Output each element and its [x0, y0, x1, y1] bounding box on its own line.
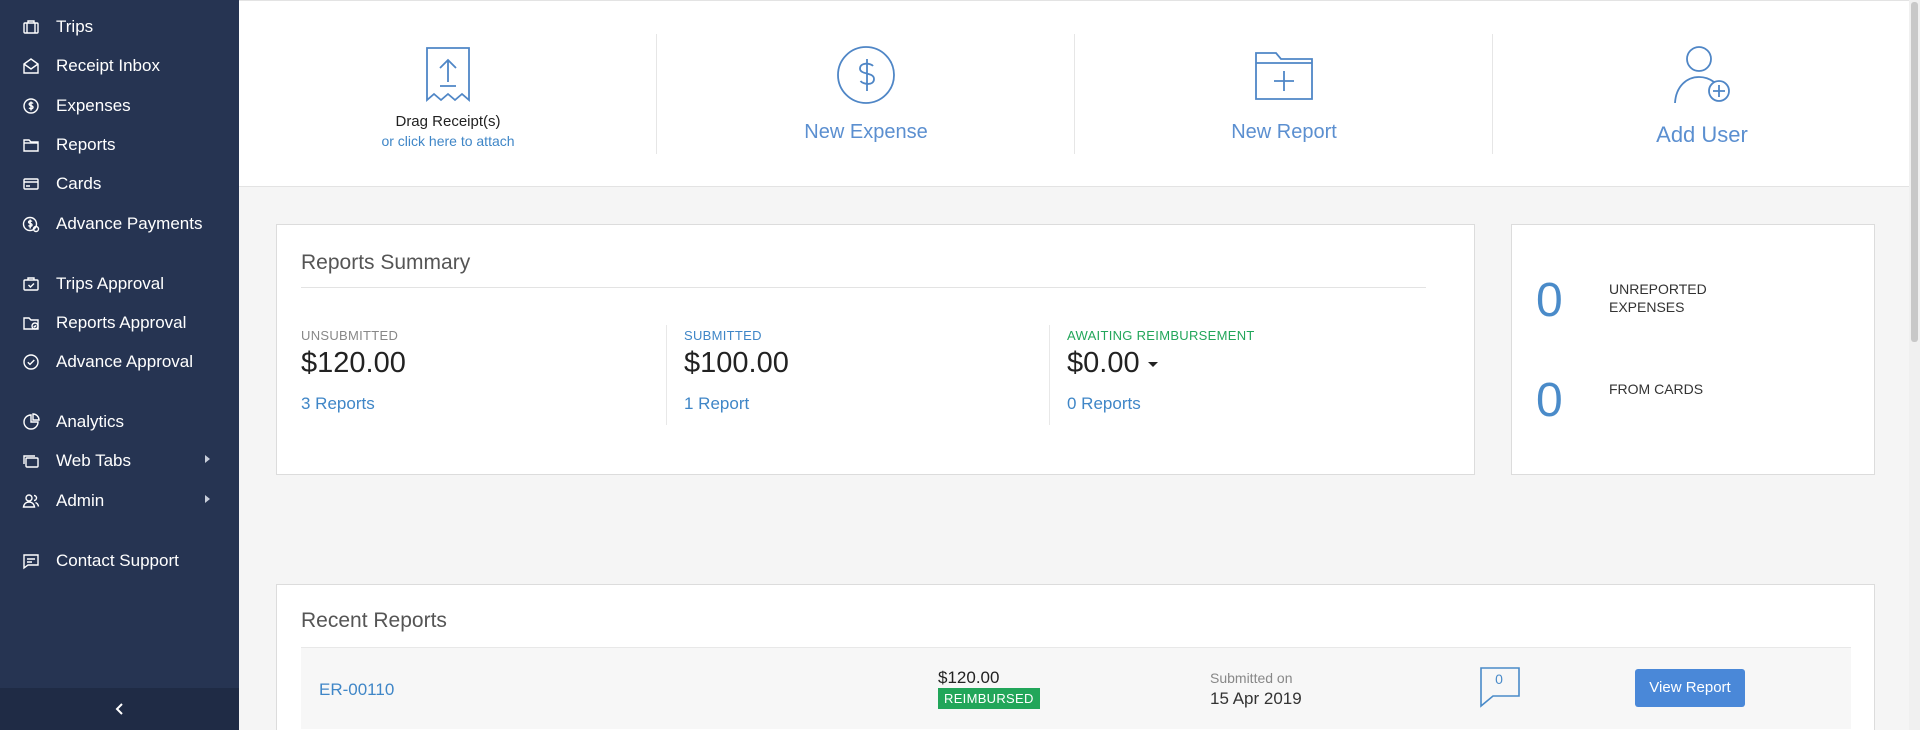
unreported-card: 0 UNREPORTED EXPENSES 0 FROM CARDS — [1511, 224, 1875, 475]
sidebar-item-reports[interactable]: Reports — [20, 131, 220, 159]
click-to-attach-link[interactable]: or click here to attach — [239, 133, 657, 149]
chevron-left-icon — [115, 703, 123, 715]
drag-receipt-dropzone[interactable]: Drag Receipt(s) or click here to attach — [239, 1, 657, 188]
sidebar-item-reports-approval[interactable]: Reports Approval — [20, 309, 220, 337]
unsubmitted-amount: $120.00 — [301, 347, 406, 379]
comment-count: 0 — [1495, 671, 1503, 687]
add-user-icon — [1674, 46, 1730, 104]
briefcase-icon — [20, 16, 42, 38]
sidebar-item-label: Admin — [56, 491, 105, 510]
sidebar-item-label: Reports — [56, 135, 116, 154]
divider — [301, 287, 1426, 288]
submitted-stat: SUBMITTED $100.00 1 Report — [666, 325, 1054, 430]
sidebar-item-advance-approval[interactable]: Advance Approval — [20, 348, 220, 376]
awaiting-stat: AWAITING REIMBURSEMENT $0.00 0 Reports — [1049, 325, 1437, 430]
recent-reports-title: Recent Reports — [301, 609, 447, 632]
dollar-circle-icon — [837, 46, 895, 104]
sidebar-item-analytics[interactable]: Analytics — [20, 408, 220, 436]
divider — [1049, 325, 1050, 425]
advance-payment-icon — [20, 213, 42, 235]
unsubmitted-caption: UNSUBMITTED — [301, 328, 399, 343]
sidebar-item-label: Expenses — [56, 96, 131, 115]
receipt-upload-icon — [426, 47, 470, 102]
folder-icon — [20, 134, 42, 156]
sidebar-item-contact-support[interactable]: Contact Support — [20, 547, 220, 575]
view-report-button[interactable]: View Report — [1635, 669, 1745, 707]
scrollbar[interactable] — [1909, 0, 1920, 730]
briefcase-check-icon — [20, 273, 42, 295]
drag-receipt-title: Drag Receipt(s) — [395, 113, 501, 130]
sidebar-item-label: Advance Payments — [56, 214, 203, 233]
awaiting-amount-dropdown[interactable]: $0.00 — [1067, 347, 1158, 380]
submitted-caption: SUBMITTED — [684, 328, 762, 343]
chevron-right-icon — [205, 495, 210, 503]
add-user-label: Add User — [1656, 122, 1748, 147]
awaiting-count-link[interactable]: 0 Reports — [1067, 394, 1141, 414]
sidebar-item-trips-approval[interactable]: Trips Approval — [20, 270, 220, 298]
tabs-icon — [20, 450, 42, 472]
submitted-date: 15 Apr 2019 — [1210, 689, 1302, 708]
sidebar-item-label: Trips Approval — [56, 274, 165, 293]
report-amount: $120.00 — [938, 668, 1000, 687]
pie-chart-icon — [20, 411, 42, 433]
sidebar-item-label: Cards — [56, 174, 102, 193]
recent-reports-card: Recent Reports ER-00110 $120.00 REIMBURS… — [276, 584, 1875, 730]
unreported-label-line: EXPENSES — [1609, 299, 1685, 315]
sidebar-item-advance-payments[interactable]: Advance Payments — [20, 210, 220, 238]
table-row: ER-00110 $120.00 REIMBURSED Submitted on… — [301, 647, 1851, 729]
sidebar-item-label: Web Tabs — [56, 451, 131, 470]
comments-button[interactable]: 0 — [1479, 666, 1521, 708]
scrollbar-thumb[interactable] — [1911, 2, 1918, 342]
unreported-label: UNREPORTED EXPENSES — [1609, 280, 1769, 316]
unsubmitted-stat: UNSUBMITTED $120.00 3 Reports — [301, 325, 671, 430]
divider — [666, 325, 667, 425]
reports-summary-card: Reports Summary UNSUBMITTED $120.00 3 Re… — [276, 224, 1475, 475]
from-cards-label: FROM CARDS — [1609, 381, 1704, 397]
add-user-button[interactable]: Add User — [1493, 1, 1911, 188]
sidebar-item-label: Advance Approval — [56, 352, 194, 371]
sidebar-item-expenses[interactable]: Expenses — [20, 92, 220, 120]
sidebar-collapse-button[interactable] — [0, 688, 239, 730]
chevron-right-icon — [205, 455, 210, 463]
inbox-icon — [20, 55, 42, 77]
reports-summary-title: Reports Summary — [301, 251, 471, 274]
quick-actions-bar: Drag Receipt(s) or click here to attach … — [239, 0, 1909, 187]
new-expense-button[interactable]: New Expense — [657, 1, 1075, 188]
folder-add-icon — [1255, 52, 1313, 100]
submitted-count-link[interactable]: 1 Report — [684, 394, 749, 414]
submitted-on-label: Submitted on — [1210, 670, 1293, 686]
users-icon — [20, 490, 42, 512]
sidebar-item-label: Reports Approval — [56, 313, 187, 332]
sidebar-item-label: Contact Support — [56, 551, 179, 570]
sidebar-item-web-tabs[interactable]: Web Tabs — [20, 447, 220, 475]
sidebar-item-label: Receipt Inbox — [56, 56, 160, 75]
sidebar-item-label: Analytics — [56, 412, 125, 431]
sidebar-item-label: Trips — [56, 17, 94, 36]
chat-icon — [20, 550, 42, 572]
sidebar-item-cards[interactable]: Cards — [20, 170, 220, 198]
cards-count[interactable]: 0 — [1536, 373, 1563, 428]
new-expense-label: New Expense — [804, 121, 928, 143]
dollar-circle-icon — [20, 95, 42, 117]
new-report-button[interactable]: New Report — [1075, 1, 1493, 188]
folder-check-icon — [20, 312, 42, 334]
sidebar-item-trips[interactable]: Trips — [20, 13, 220, 41]
status-badge: REIMBURSED — [938, 688, 1040, 709]
sidebar-item-receipt-inbox[interactable]: Receipt Inbox — [20, 52, 220, 80]
awaiting-amount: $0.00 — [1067, 347, 1140, 379]
unreported-label-line: UNREPORTED — [1609, 281, 1707, 297]
check-circle-icon — [20, 351, 42, 373]
caret-down-icon — [1147, 361, 1158, 367]
sidebar: Trips Receipt Inbox Expenses Reports Car… — [0, 0, 239, 730]
unreported-count[interactable]: 0 — [1536, 273, 1563, 328]
unsubmitted-count-link[interactable]: 3 Reports — [301, 394, 375, 414]
new-report-label: New Report — [1231, 121, 1337, 143]
sidebar-item-admin[interactable]: Admin — [20, 487, 220, 515]
submitted-amount: $100.00 — [684, 347, 789, 379]
report-id-link[interactable]: ER-00110 — [319, 680, 394, 700]
awaiting-caption: AWAITING REIMBURSEMENT — [1067, 328, 1255, 343]
card-icon — [20, 173, 42, 195]
